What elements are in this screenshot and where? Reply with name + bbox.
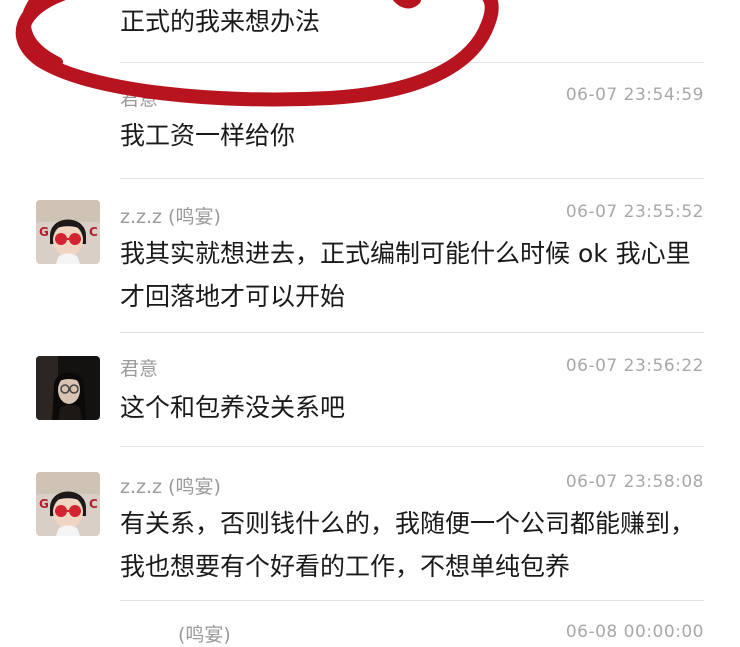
message-text: 这个和包养没关系吧 [120,393,346,422]
divider [120,446,704,447]
svg-text:G: G [39,225,49,239]
timestamp: 06-08 00:00:00 [565,622,704,642]
divider [120,178,704,179]
sender-name: z.z.z (鸣宴) [120,476,221,498]
avatar[interactable]: G C [36,200,100,264]
message-text: 我工资一样给你 [120,121,296,150]
sender-name: (鸣宴) [178,624,231,646]
message-text: 我其实就想进去，正式编制可能什么时候 ok 我心里才回落地才可以开始 [120,239,691,311]
divider [120,600,704,601]
svg-text:G: G [39,497,49,511]
timestamp: 06-07 23:58:08 [565,472,704,492]
girl-with-red-sunglasses-icon: G C [36,472,100,536]
timestamp: 06-07 23:56:22 [565,356,704,376]
sender-name: 君意 [120,88,159,110]
divider [120,62,704,63]
avatar[interactable]: G C [36,472,100,536]
svg-text:C: C [89,225,98,239]
timestamp: 06-07 23:54:59 [565,85,704,105]
sender-name: z.z.z (鸣宴) [120,206,221,228]
timestamp: 06-07 23:55:52 [565,202,704,222]
sender-name: 君意 [120,358,159,380]
chat-history: 正式的我来想办法 君意 06-07 23:54:59 我工资一样给你 G C z… [0,0,740,646]
message-text: 有关系，否则钱什么的，我随便一个公司都能赚到，我也想要有个好看的工作，不想单纯包… [120,509,696,581]
dark-portrait-icon [36,356,100,420]
avatar[interactable] [36,356,100,420]
girl-with-red-sunglasses-icon: G C [36,200,100,264]
divider [120,332,704,333]
message-text: 正式的我来想办法 [120,7,321,36]
svg-text:C: C [89,497,98,511]
